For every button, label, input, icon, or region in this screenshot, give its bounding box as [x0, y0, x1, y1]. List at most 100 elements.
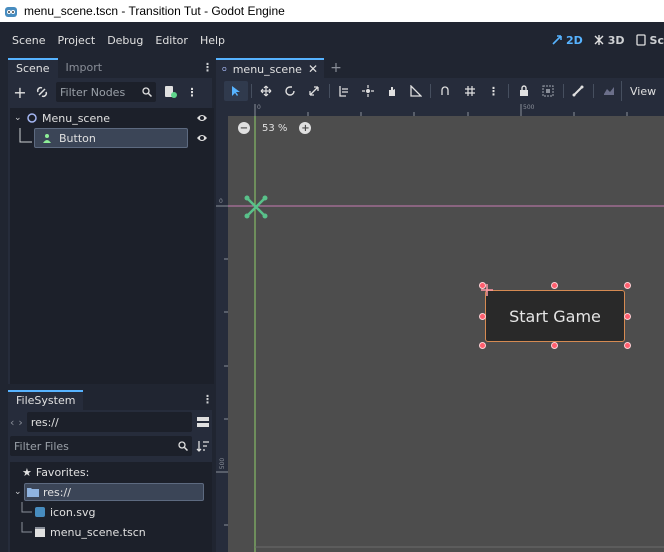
selected-folder-row[interactable]: res:// [24, 483, 204, 501]
resize-handle[interactable] [551, 282, 558, 289]
pivot-crosshair-icon[interactable] [481, 284, 493, 296]
filter-nodes-input[interactable] [60, 85, 134, 99]
scene-dock: Scene Import ⋮ + ⋮ ⌄ Menu_scene Button [8, 58, 214, 384]
ruler-label: 0 [219, 198, 223, 205]
link-icon[interactable] [34, 84, 50, 100]
list-item[interactable]: ⌄ res:// [10, 482, 212, 502]
folder-icon [27, 488, 39, 497]
path-value: res:// [30, 415, 59, 429]
script-icon [635, 34, 646, 46]
list-item[interactable]: menu_scene.tscn [10, 522, 212, 542]
2d-icon [552, 35, 562, 45]
ruler-vertical: 0 500 [216, 104, 228, 552]
tree-row[interactable]: Button [10, 128, 214, 148]
node-label: Menu_scene [42, 111, 110, 125]
tree-row[interactable]: ⌄ Menu_scene [10, 108, 214, 128]
collapse-arrow-icon[interactable]: ⌄ [14, 113, 24, 123]
collapse-arrow-icon[interactable]: ⌄ [14, 487, 24, 497]
canvas-toolbar: ⋮ View [216, 78, 664, 104]
toolbar-separator [430, 84, 432, 98]
forward-arrow-icon[interactable]: › [18, 416, 22, 429]
resize-handle[interactable] [479, 342, 486, 349]
menu-debug[interactable]: Debug [101, 34, 149, 47]
tab-scene[interactable]: Scene [8, 58, 58, 78]
move-mode-icon[interactable] [255, 81, 279, 101]
add-node-icon[interactable]: + [12, 83, 28, 102]
filesystem-filter-bar [8, 434, 212, 458]
ruler-label: 500 [523, 104, 535, 111]
zoom-level[interactable]: 53 % [262, 123, 287, 134]
path-field[interactable]: res:// [26, 412, 192, 432]
group-icon[interactable] [536, 81, 560, 101]
resize-handle[interactable] [479, 313, 486, 320]
lock-icon[interactable] [512, 81, 536, 101]
menu-help[interactable]: Help [194, 34, 231, 47]
window-titlebar: menu_scene.tscn - Transition Tut - Godot… [0, 0, 664, 22]
tab-import[interactable]: Import [58, 58, 111, 78]
workspace-script-label: Sc [649, 33, 664, 47]
menu-scene[interactable]: Scene [6, 34, 52, 47]
3d-icon [594, 35, 604, 45]
toolbar-separator [328, 84, 330, 98]
close-icon[interactable]: ✕ [308, 62, 318, 76]
ruler-label: 500 [219, 457, 227, 470]
window-title: menu_scene.tscn - Transition Tut - Godot… [24, 4, 285, 18]
ruler-label: 0 [257, 104, 261, 111]
scene-dock-menu-icon[interactable]: ⋮ [202, 61, 213, 75]
start-game-button[interactable]: Start Game [485, 290, 625, 342]
scene-toolbar: + ⋮ [8, 78, 212, 106]
ruler-ticks-horizontal [254, 104, 628, 116]
godot-logo-icon [5, 7, 17, 17]
file-label: icon.svg [50, 505, 96, 519]
tree-connector-line [21, 502, 32, 513]
scene-more-icon[interactable]: ⋮ [184, 84, 200, 100]
workspace-script-button[interactable]: Sc [635, 34, 664, 47]
zoom-out-button[interactable]: − [238, 122, 250, 134]
rotate-mode-icon[interactable] [278, 81, 302, 101]
sort-icon[interactable] [196, 439, 210, 453]
skeleton-bone-icon[interactable] [567, 81, 591, 101]
filter-files-input[interactable] [14, 439, 154, 453]
select-mode-icon[interactable] [224, 81, 248, 101]
tree-connector-line [19, 128, 32, 143]
resize-handle[interactable] [624, 342, 631, 349]
visibility-eye-icon[interactable] [196, 132, 208, 144]
scale-mode-icon[interactable] [302, 81, 326, 101]
list-select-icon[interactable] [333, 81, 357, 101]
favorites-label: Favorites: [35, 465, 90, 479]
tab-menu-scene[interactable]: menu_scene ✕ [216, 58, 324, 78]
toolbar-separator [508, 84, 510, 98]
resize-handle[interactable] [624, 282, 631, 289]
toolbar-separator [562, 84, 564, 98]
menu-editor[interactable]: Editor [149, 34, 194, 47]
resize-handle[interactable] [551, 342, 558, 349]
zoom-in-button[interactable]: + [299, 122, 312, 134]
attach-script-icon[interactable] [162, 84, 178, 100]
grid-snap-icon[interactable] [458, 81, 482, 101]
pivot-mode-icon[interactable] [356, 81, 380, 101]
visibility-eye-icon[interactable] [196, 112, 208, 124]
smart-snap-icon[interactable] [434, 81, 458, 101]
pan-mode-icon[interactable] [380, 81, 404, 101]
override-camera-icon[interactable] [597, 81, 621, 101]
view-menu-button[interactable]: View [620, 81, 664, 101]
workspace-3d-label: 3D [607, 33, 625, 47]
menu-project[interactable]: Project [52, 34, 102, 47]
filesystem-dock-menu-icon[interactable]: ⋮ [202, 393, 213, 407]
list-item[interactable]: icon.svg [10, 502, 212, 522]
snap-options-icon[interactable]: ⋮ [482, 81, 506, 101]
resize-handle[interactable] [624, 313, 631, 320]
toolbar-separator [250, 84, 252, 98]
filesystem-dock: FileSystem ⋮ ‹ › res:// ★ Favorites: ⌄ r… [8, 390, 213, 552]
add-scene-tab-button[interactable]: + [324, 58, 348, 78]
main-menu-bar: Scene Project Debug Editor Help 2D 3D Sc [0, 22, 664, 58]
selected-node-row[interactable]: Button [34, 128, 188, 148]
ruler-mode-icon[interactable] [404, 81, 428, 101]
svg-file-icon [35, 507, 45, 517]
workspace-2d-button[interactable]: 2D [551, 34, 583, 47]
split-view-icon[interactable] [196, 415, 210, 429]
workspace-3d-button[interactable]: 3D [593, 34, 625, 47]
tab-filesystem[interactable]: FileSystem [8, 390, 84, 410]
back-arrow-icon[interactable]: ‹ [10, 416, 14, 429]
scene-file-icon [35, 527, 45, 537]
